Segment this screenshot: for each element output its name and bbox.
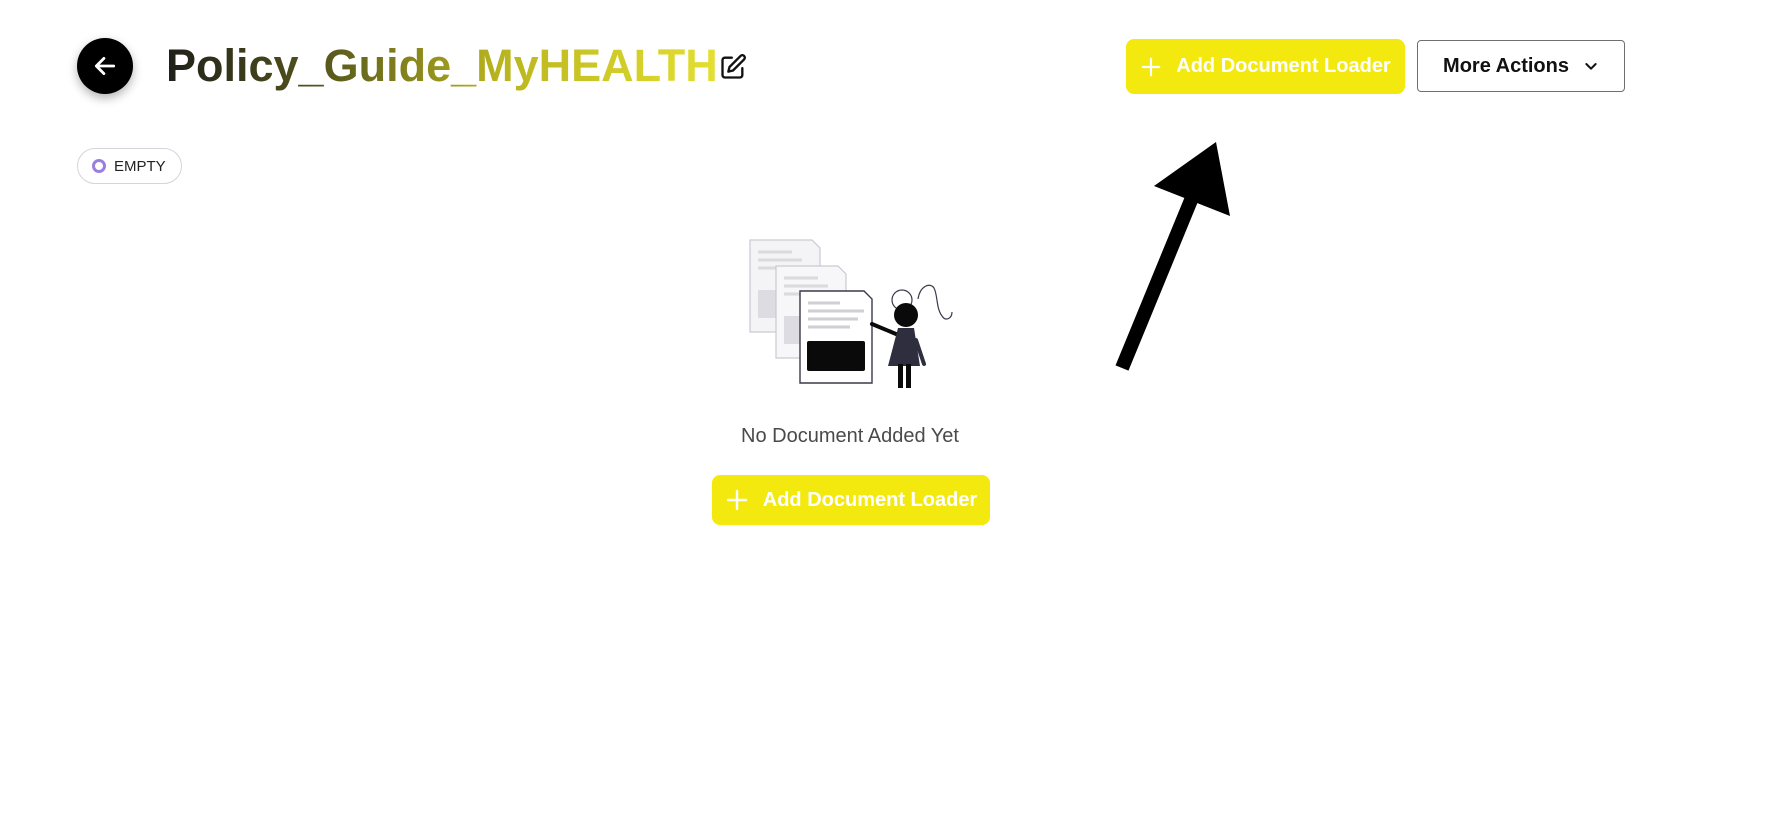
status-dot-icon <box>92 159 106 173</box>
arrow-left-icon <box>94 57 116 75</box>
plus-icon <box>1141 57 1161 76</box>
status-badge: EMPTY <box>77 148 182 184</box>
edit-title-button[interactable] <box>716 50 750 84</box>
chevron-down-icon <box>1585 63 1597 70</box>
empty-state-message: No Document Added Yet <box>741 425 959 447</box>
plus-icon <box>726 489 747 511</box>
more-actions-dropdown[interactable]: More Actions <box>1417 40 1625 92</box>
more-actions-label: More Actions <box>1443 54 1569 77</box>
add-document-loader-center-label: Add Document Loader <box>762 488 978 511</box>
back-button[interactable] <box>77 38 133 94</box>
documents-person-illustration <box>749 239 953 388</box>
page-root: Policy_Guide_MyHEALTH Add Document Loade… <box>0 0 1776 824</box>
add-document-loader-button[interactable]: Add Document Loader <box>1126 39 1405 94</box>
annotation-arrow-icon <box>1115 142 1230 371</box>
page-title: Policy_Guide_MyHEALTH <box>166 38 718 94</box>
status-label: EMPTY <box>114 157 166 175</box>
document-front-icon <box>799 290 873 384</box>
add-document-loader-label: Add Document Loader <box>1176 55 1391 77</box>
pencil-square-icon <box>721 54 746 79</box>
person-figure-icon <box>870 284 953 388</box>
add-document-loader-center-button[interactable]: Add Document Loader <box>712 475 990 525</box>
